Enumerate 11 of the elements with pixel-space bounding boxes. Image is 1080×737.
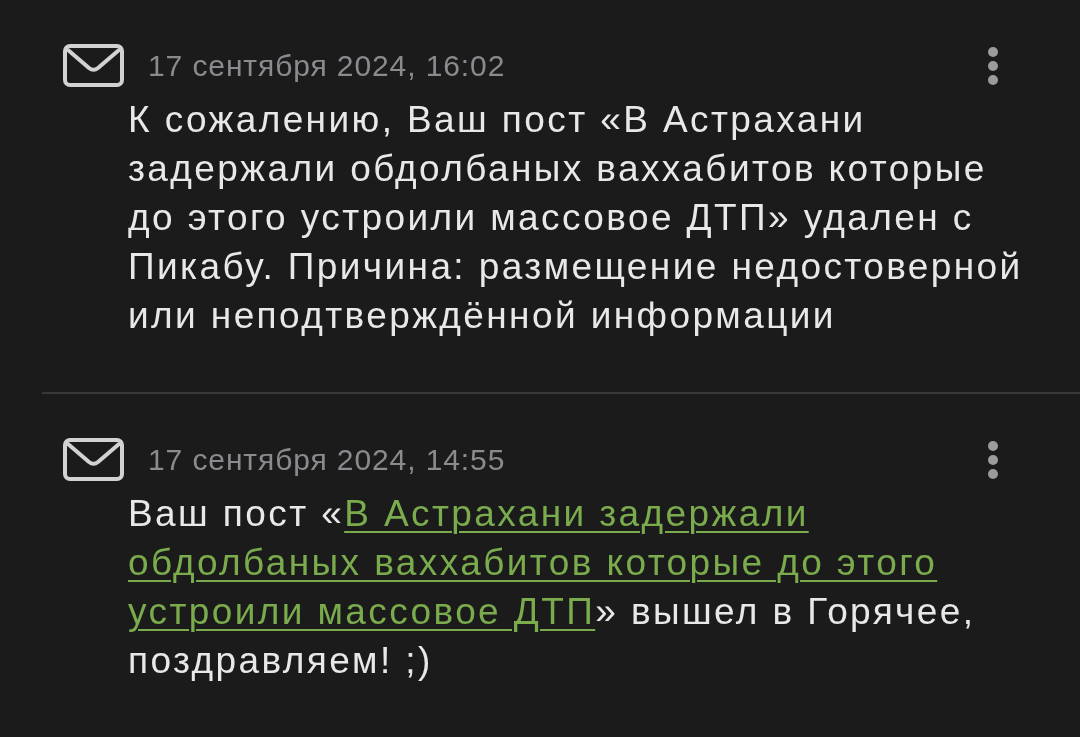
envelope-icon	[63, 44, 124, 87]
notification-date: 17 сентября 2024, 14:55	[148, 442, 507, 477]
notification-date: 17 сентября 2024, 16:02	[148, 48, 507, 83]
notification-text: Ваш пост «В Астрахани задержали обдолбаных ваххабитов которые до этого устроили массовое ДТП» вышел в Горячее, поздравляем! ;)	[128, 492, 977, 683]
post-link[interactable]: устроили массовое ДТП	[128, 591, 596, 632]
notification-text: К сожалению, Ваш пост «В Астрахани задержали обдолбаных ваххабитов которые до этого устроили массовое ДТП» удален с Пикабу. Причина: размещение недостоверной или неподтверждённой информации	[128, 98, 1024, 338]
envelope-icon	[63, 438, 124, 481]
more-options-icon[interactable]	[988, 440, 998, 479]
post-link[interactable]: В Астрахани задержали	[344, 493, 809, 534]
more-options-icon[interactable]	[988, 46, 998, 85]
post-link[interactable]: обдолбаных ваххабитов которые до этого	[128, 542, 938, 583]
